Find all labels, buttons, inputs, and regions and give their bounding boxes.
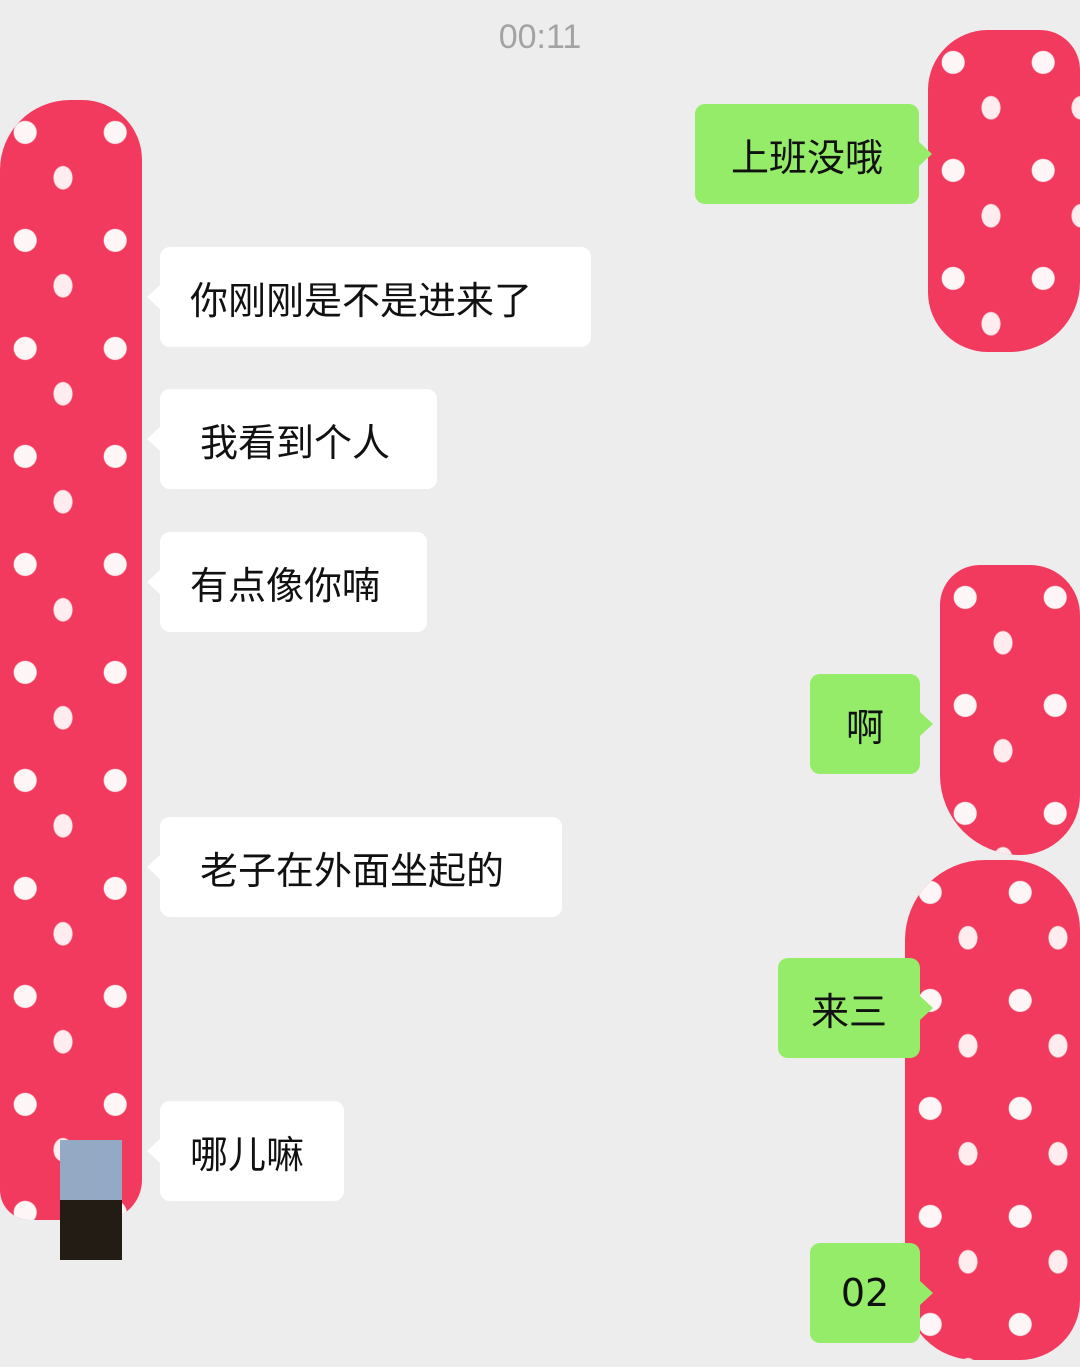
message-text: 上班没哦 bbox=[730, 135, 883, 180]
message-text: 有点像你喃 bbox=[190, 563, 381, 608]
message-text: 我看到个人 bbox=[200, 420, 391, 465]
message-bubble-outgoing[interactable]: 啊 bbox=[810, 674, 933, 774]
message-text: 哪儿嘛 bbox=[190, 1132, 305, 1177]
message-bubble-incoming[interactable]: 我看到个人 bbox=[147, 389, 437, 489]
chat-timestamp: 00:11 bbox=[498, 18, 582, 56]
redacted-avatar-right-1 bbox=[928, 30, 1080, 352]
message-text: 啊 bbox=[845, 705, 884, 750]
avatar-left[interactable] bbox=[60, 1140, 122, 1260]
message-text: 你刚刚是不是进来了 bbox=[190, 278, 533, 323]
message-text: 02 bbox=[840, 1271, 890, 1315]
message-text: 来三 bbox=[810, 989, 887, 1034]
message-bubble-incoming[interactable]: 你刚刚是不是进来了 bbox=[147, 247, 591, 347]
redacted-avatar-left bbox=[0, 100, 142, 1220]
message-bubble-outgoing[interactable]: 来三 bbox=[778, 958, 933, 1058]
message-bubble-incoming[interactable]: 哪儿嘛 bbox=[147, 1101, 344, 1201]
message-bubble-incoming[interactable]: 有点像你喃 bbox=[147, 532, 427, 632]
message-text: 老子在外面坐起的 bbox=[200, 848, 505, 893]
redacted-avatar-right-2 bbox=[940, 565, 1080, 855]
message-bubble-outgoing[interactable]: 上班没哦 bbox=[695, 104, 932, 204]
message-bubble-incoming[interactable]: 老子在外面坐起的 bbox=[147, 817, 562, 917]
message-bubble-outgoing[interactable]: 02 bbox=[810, 1243, 933, 1343]
